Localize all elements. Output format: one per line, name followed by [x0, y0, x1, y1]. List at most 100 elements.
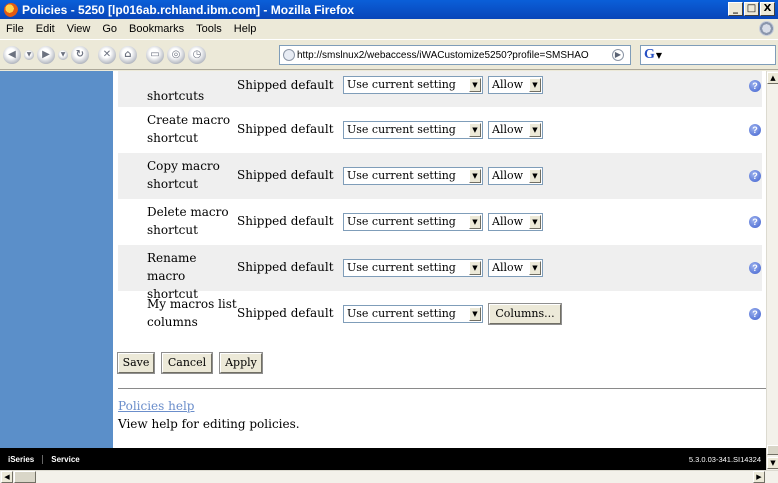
scroll-right-icon[interactable]: ▶	[753, 471, 765, 483]
menu-file[interactable]: File	[0, 23, 30, 35]
search-engine-dropdown-icon[interactable]: ▼	[656, 51, 662, 60]
chevron-down-icon[interactable]: ▼	[469, 78, 481, 92]
help-icon[interactable]: ?	[749, 170, 761, 182]
tab-iseries[interactable]: iSeries	[0, 455, 42, 464]
window-controls: _ □ X	[728, 2, 775, 16]
policy-name: Create macro shortcut	[147, 113, 231, 145]
policy-setting-select[interactable]: Use current setting ▼	[343, 76, 483, 94]
policy-source: Shipped default	[237, 78, 334, 92]
navigation-toolbar: ◀ ▼ ▶ ▼ ↻ ✕ ⌂ ▭ ◎ ◷ http://smslnux2/weba…	[0, 39, 778, 70]
policy-setting-select[interactable]: Use current setting ▼	[343, 121, 483, 139]
menu-tools[interactable]: Tools	[190, 23, 228, 35]
policy-setting-select[interactable]: Use current setting ▼	[343, 259, 483, 277]
policy-row: Copy macro shortcut Shipped default Use …	[118, 153, 762, 199]
divider	[118, 388, 766, 389]
help-icon[interactable]: ?	[749, 308, 761, 320]
close-button[interactable]: X	[760, 2, 775, 16]
policy-source: Shipped default	[237, 214, 334, 228]
save-button[interactable]: Save	[117, 352, 155, 374]
chevron-down-icon[interactable]: ▼	[469, 215, 481, 229]
policy-access-select[interactable]: Allow ▼	[488, 76, 543, 94]
scroll-thumb[interactable]	[767, 445, 778, 455]
policy-access-select[interactable]: Allow ▼	[488, 121, 543, 139]
policy-access-select[interactable]: Allow ▼	[488, 259, 543, 277]
apply-button[interactable]: Apply	[219, 352, 263, 374]
policy-row: Rename macro shortcut Shipped default Us…	[118, 245, 762, 301]
help-icon[interactable]: ?	[749, 80, 761, 92]
menu-help[interactable]: Help	[228, 23, 263, 35]
stop-icon[interactable]: ✕	[98, 45, 116, 64]
policy-row: My macros list columns Shipped default U…	[118, 291, 762, 337]
chevron-down-icon[interactable]: ▼	[529, 169, 541, 183]
forward-icon[interactable]: ▶	[37, 45, 55, 64]
back-dropdown-icon[interactable]: ▼	[24, 49, 34, 60]
policy-row: shortcuts Shipped default Use current se…	[118, 71, 762, 107]
page-content: shortcuts Shipped default Use current se…	[0, 71, 766, 448]
forward-dropdown-icon[interactable]: ▼	[58, 49, 68, 60]
chevron-down-icon[interactable]: ▼	[469, 261, 481, 275]
window-title: Policies - 5250 [lp016ab.rchland.ibm.com…	[22, 2, 355, 17]
policy-setting-select[interactable]: Use current setting ▼	[343, 305, 483, 323]
help-icon[interactable]: ?	[749, 216, 761, 228]
iseries-footer-bar: iSeries Service 5.3.0.03-341.SI14324	[0, 448, 766, 470]
browser-window: Policies - 5250 [lp016ab.rchland.ibm.com…	[0, 0, 778, 483]
scroll-left-icon[interactable]: ◀	[1, 471, 13, 483]
version-label: 5.3.0.03-341.SI14324	[688, 455, 761, 464]
policy-source: Shipped default	[237, 168, 334, 182]
chevron-down-icon[interactable]: ▼	[529, 123, 541, 137]
policy-source: Shipped default	[237, 122, 334, 136]
help-description: View help for editing policies.	[118, 417, 300, 431]
menu-view[interactable]: View	[61, 23, 97, 35]
help-icon[interactable]: ?	[749, 124, 761, 136]
policy-access-select[interactable]: Allow ▼	[488, 213, 543, 231]
url-bar[interactable]: http://smslnux2/webaccess/iWACustomize52…	[279, 45, 631, 65]
google-search-icon[interactable]: G	[644, 47, 655, 63]
firefox-icon	[4, 2, 18, 17]
vertical-scrollbar[interactable]: ▲ ▼	[766, 71, 778, 470]
policies-panel: shortcuts Shipped default Use current se…	[113, 71, 766, 448]
chevron-down-icon[interactable]: ▼	[469, 123, 481, 137]
policy-setting-select[interactable]: Use current setting ▼	[343, 213, 483, 231]
title-bar: Policies - 5250 [lp016ab.rchland.ibm.com…	[0, 0, 778, 19]
minimize-button[interactable]: _	[728, 2, 743, 16]
help-icon[interactable]: ?	[749, 262, 761, 274]
history-icon[interactable]: ◷	[188, 45, 206, 64]
search-bar[interactable]: G ▼	[640, 45, 776, 65]
chevron-down-icon[interactable]: ▼	[469, 307, 481, 321]
policy-row: Delete macro shortcut Shipped default Us…	[118, 199, 762, 245]
policy-name: My macros list columns	[147, 297, 237, 329]
go-icon[interactable]: ▶	[612, 49, 624, 61]
maximize-button[interactable]: □	[744, 2, 759, 16]
scroll-up-icon[interactable]: ▲	[767, 72, 778, 84]
left-navigation-panel	[0, 71, 113, 448]
scroll-down-icon[interactable]: ▼	[767, 457, 778, 469]
horizontal-scroll-thumb[interactable]	[14, 471, 36, 483]
home-icon[interactable]: ⌂	[119, 45, 137, 64]
policy-name: Delete macro shortcut	[147, 205, 229, 237]
url-text: http://smslnux2/webaccess/iWACustomize52…	[297, 49, 589, 61]
policy-setting-select[interactable]: Use current setting ▼	[343, 167, 483, 185]
back-icon[interactable]: ◀	[3, 45, 21, 64]
policy-source: Shipped default	[237, 260, 334, 274]
policy-source: Shipped default	[237, 306, 334, 320]
menu-bar: File Edit View Go Bookmarks Tools Help	[0, 19, 778, 39]
menu-edit[interactable]: Edit	[30, 23, 61, 35]
chevron-down-icon[interactable]: ▼	[469, 169, 481, 183]
chevron-down-icon[interactable]: ▼	[529, 215, 541, 229]
policies-help-link[interactable]: Policies help	[118, 399, 194, 413]
tab-service[interactable]: Service	[42, 454, 87, 464]
horizontal-scrollbar[interactable]: ◀ ▶	[0, 470, 778, 483]
throbber-icon	[759, 21, 774, 36]
menu-go[interactable]: Go	[96, 23, 123, 35]
zoom-icon[interactable]: ◎	[167, 45, 185, 64]
columns-button[interactable]: Columns...	[488, 303, 562, 325]
policy-row: Create macro shortcut Shipped default Us…	[118, 107, 762, 153]
chevron-down-icon[interactable]: ▼	[529, 78, 541, 92]
cancel-button[interactable]: Cancel	[161, 352, 213, 374]
print-icon[interactable]: ▭	[146, 45, 164, 64]
chevron-down-icon[interactable]: ▼	[529, 261, 541, 275]
menu-bookmarks[interactable]: Bookmarks	[123, 23, 190, 35]
policy-access-select[interactable]: Allow ▼	[488, 167, 543, 185]
reload-icon[interactable]: ↻	[71, 45, 89, 64]
site-identity-icon	[283, 49, 295, 61]
